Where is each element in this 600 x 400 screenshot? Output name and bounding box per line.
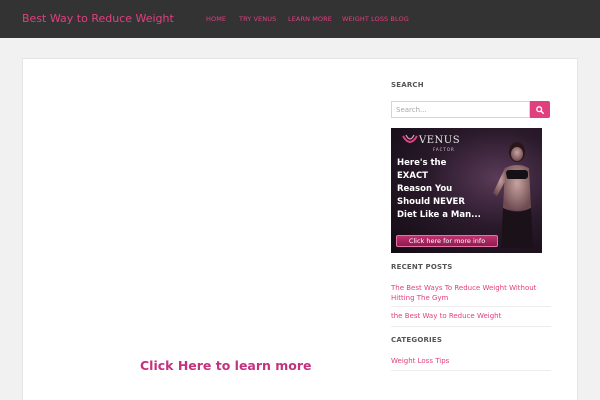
ad-brand: VENUS <box>419 135 461 146</box>
venus-factor-ad-banner[interactable]: VENUS FACTOR Here's the EXACT Reason You… <box>391 128 542 253</box>
recent-post-link[interactable]: the Best Way to Reduce Weight <box>391 311 549 321</box>
recent-posts-title: RECENT POSTS <box>391 263 453 271</box>
ad-brand-sub: FACTOR <box>433 147 455 152</box>
venus-logo-icon <box>402 134 418 143</box>
site-title[interactable]: Best Way to Reduce Weight <box>22 12 174 25</box>
woman-figure-image <box>493 142 533 248</box>
search-button[interactable] <box>530 101 550 118</box>
nav-item-learn-more[interactable]: LEARN MORE <box>288 15 332 23</box>
search-icon <box>536 105 544 114</box>
ad-headline-line-4: Should NEVER <box>397 197 465 207</box>
learn-more-link[interactable]: Click Here to learn more <box>140 358 312 373</box>
ad-headline-line-1: Here's the <box>397 158 447 168</box>
divider <box>391 370 551 371</box>
recent-post-link[interactable]: The Best Ways To Reduce Weight Without H… <box>391 283 549 303</box>
ad-headline-line-5: Diet Like a Man... <box>397 210 481 220</box>
ad-headline-line-3: Reason You <box>397 184 453 194</box>
categories-title: CATEGORIES <box>391 336 443 344</box>
divider <box>391 306 551 307</box>
search-input[interactable] <box>391 101 530 118</box>
nav-item-home[interactable]: HOME <box>206 15 226 23</box>
category-link[interactable]: Weight Loss Tips <box>391 356 549 366</box>
ad-more-info-button[interactable]: Click here for more info <box>396 235 498 247</box>
nav-item-weight-loss-blog[interactable]: WEIGHT LOSS BLOG <box>342 15 409 23</box>
search-widget-title: SEARCH <box>391 81 424 89</box>
nav-item-try-venus[interactable]: TRY VENUS <box>239 15 276 23</box>
ad-headline-line-2: EXACT <box>397 171 428 181</box>
divider <box>391 326 551 327</box>
header-bar: Best Way to Reduce Weight HOME TRY VENUS… <box>0 0 600 38</box>
